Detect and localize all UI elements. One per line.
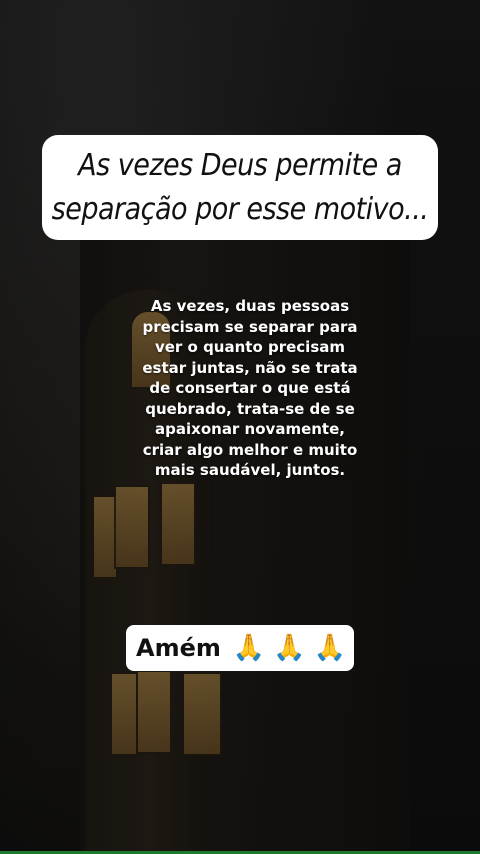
praying-hands-icon: 🙏🙏🙏 [232, 633, 354, 663]
headline-card: As vezes Deus permite a separação por es… [42, 135, 438, 240]
headline-text: As vezes Deus permite a separação por es… [51, 147, 429, 227]
amen-sticker: Amém 🙏🙏🙏 [126, 625, 354, 671]
amen-label: Amém [136, 634, 221, 662]
story-body-text: As vezes, duas pessoas precisam se separ… [142, 297, 358, 479]
